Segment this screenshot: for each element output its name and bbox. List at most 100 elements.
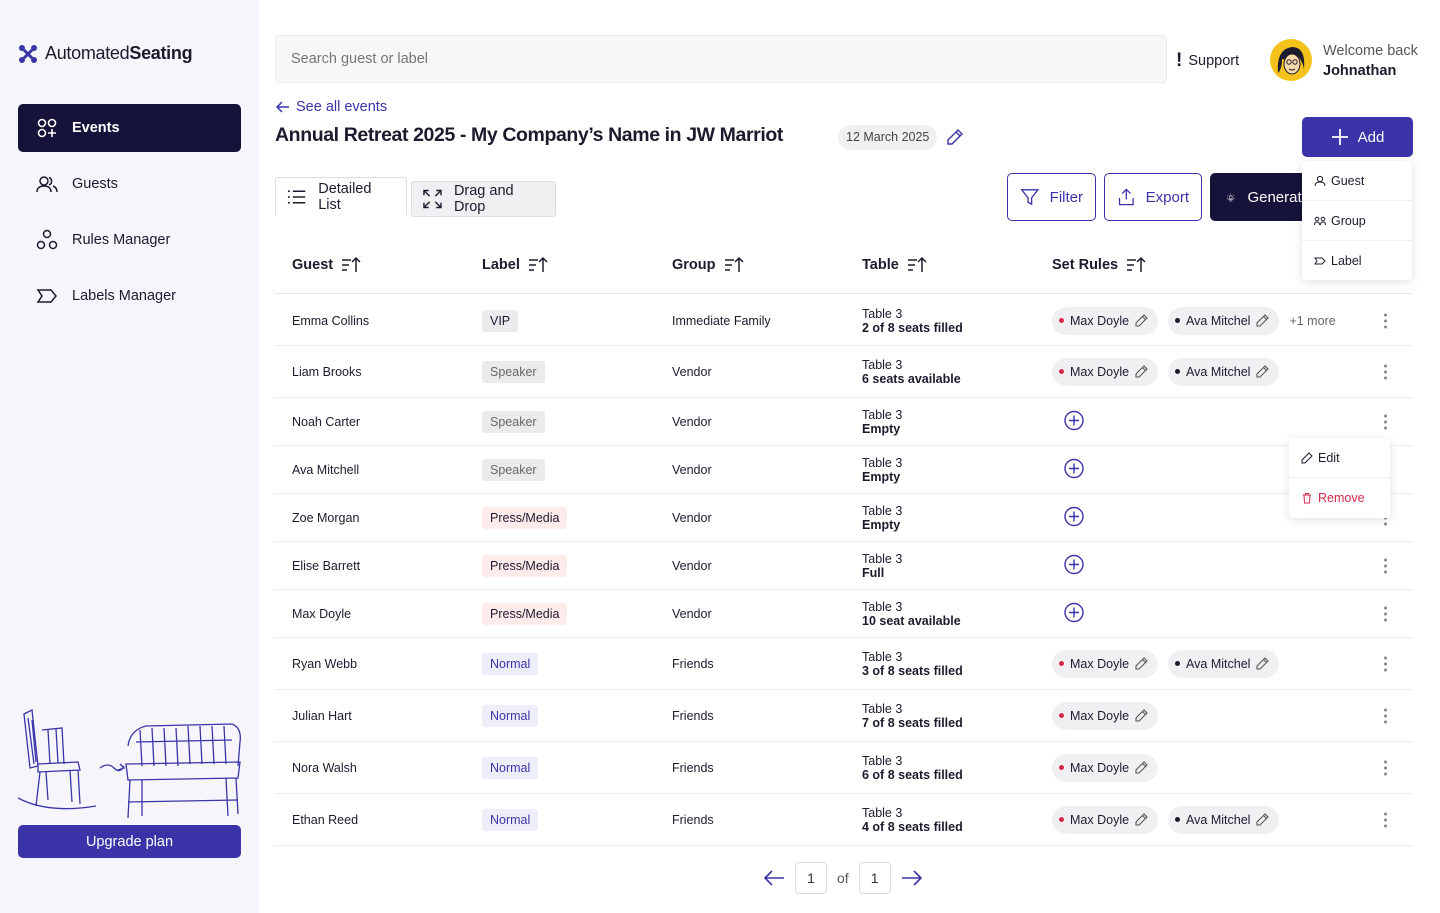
menu-item-remove[interactable]: Remove <box>1289 478 1390 518</box>
add-rule-icon[interactable] <box>1064 410 1084 430</box>
rule-chip[interactable]: Ava Mitchel <box>1168 306 1280 335</box>
tab-drag-and-drop[interactable]: Drag and Drop <box>411 181 556 217</box>
table-name: Table 3 <box>862 701 903 716</box>
add-rule-button[interactable] <box>1064 602 1084 625</box>
pencil-icon[interactable] <box>1135 709 1148 722</box>
avatar[interactable] <box>1270 39 1312 81</box>
sort-icon[interactable] <box>1126 256 1146 274</box>
rule-chip[interactable]: Ava Mitchel <box>1168 357 1280 386</box>
pencil-icon[interactable] <box>1135 314 1148 327</box>
pagination-of: of <box>837 870 849 886</box>
pencil-icon[interactable] <box>1256 657 1270 670</box>
rule-dot <box>1059 713 1064 718</box>
column-header-guest[interactable]: Guest <box>292 256 361 274</box>
add-rule-button[interactable] <box>1064 458 1084 481</box>
pencil-icon[interactable] <box>1135 761 1148 774</box>
set-rules-cell <box>1052 554 1084 577</box>
add-rule-icon[interactable] <box>1064 602 1084 622</box>
sidebar-item-events[interactable]: Events <box>18 104 241 152</box>
edit-title-icon[interactable] <box>946 128 964 146</box>
see-all-events-link[interactable]: See all events <box>276 99 387 115</box>
row-actions-icon[interactable] <box>1380 414 1390 429</box>
more-rules-link[interactable]: +1 more <box>1289 314 1335 328</box>
rule-chip[interactable]: Ava Mitchel <box>1168 805 1280 834</box>
column-header-set-rules[interactable]: Set Rules <box>1052 256 1146 274</box>
add-rule-icon[interactable] <box>1064 506 1084 526</box>
rule-chip-label: Ava Mitchel <box>1186 812 1251 827</box>
sidebar-item-guests[interactable]: Guests <box>18 160 241 208</box>
sidebar-item-labels-manager[interactable]: Labels Manager <box>18 272 241 320</box>
table-row[interactable]: Noah Carter Speaker Vendor Table 3 Empty <box>275 398 1412 446</box>
arrow-left-icon[interactable] <box>763 869 785 887</box>
group-name: Vendor <box>672 558 712 573</box>
add-rule-button[interactable] <box>1064 554 1084 577</box>
rule-chip[interactable]: Max Doyle <box>1052 649 1159 678</box>
rule-dot <box>1175 661 1181 666</box>
set-rules-cell <box>1052 506 1084 529</box>
add-rule-button[interactable] <box>1064 506 1084 529</box>
sort-icon[interactable] <box>341 256 361 274</box>
table-row[interactable]: Elise Barrett Press/Media Vendor Table 3… <box>275 542 1412 590</box>
row-actions-icon[interactable] <box>1380 606 1390 621</box>
row-actions-icon[interactable] <box>1380 708 1390 723</box>
table-row[interactable]: Emma Collins VIP Immediate Family Table … <box>275 296 1412 346</box>
support-link[interactable]: ! Support <box>1176 50 1239 72</box>
add-rule-icon[interactable] <box>1064 458 1084 478</box>
row-actions-icon[interactable] <box>1380 364 1390 379</box>
add-rule-button[interactable] <box>1064 410 1084 433</box>
arrow-right-icon[interactable] <box>901 869 923 887</box>
rule-chip[interactable]: Max Doyle <box>1052 357 1159 386</box>
user-name: Johnathan <box>1323 63 1397 79</box>
menu-item-group[interactable]: Group <box>1302 201 1412 241</box>
table-row[interactable]: Ryan Webb Normal Friends Table 3 3 of 8 … <box>275 638 1412 690</box>
pencil-icon[interactable] <box>1135 365 1148 378</box>
add-rule-icon[interactable] <box>1064 554 1084 574</box>
rule-chip[interactable]: Max Doyle <box>1052 306 1159 335</box>
row-actions-icon[interactable] <box>1380 656 1390 671</box>
table-row[interactable]: Nora Walsh Normal Friends Table 3 6 of 8… <box>275 742 1412 794</box>
menu-item-label[interactable]: Label <box>1302 241 1412 281</box>
table-row[interactable]: Julian Hart Normal Friends Table 3 7 of … <box>275 690 1412 742</box>
guest-name: Liam Brooks <box>292 364 362 379</box>
guest-name: Noah Carter <box>292 414 361 429</box>
column-header-label[interactable]: Label <box>482 256 548 274</box>
search-input[interactable] <box>275 35 1167 83</box>
sort-icon[interactable] <box>907 256 927 274</box>
tab-detailed-list[interactable]: Detailed List <box>275 177 407 217</box>
app-logo[interactable]: AutomatedSeating <box>18 43 193 64</box>
table-row[interactable]: Ava Mitchell Speaker Vendor Table 3 Empt… <box>275 446 1412 494</box>
row-actions-icon[interactable] <box>1380 760 1390 775</box>
rule-chip[interactable]: Max Doyle <box>1052 701 1159 730</box>
generate-label: Generate <box>1247 188 1310 206</box>
menu-item-label: Guest <box>1331 173 1365 188</box>
pencil-icon[interactable] <box>1256 314 1270 327</box>
row-actions-icon[interactable] <box>1380 313 1390 328</box>
filter-button[interactable]: Filter <box>1007 173 1096 221</box>
sidebar-item-rules-manager[interactable]: Rules Manager <box>18 216 241 264</box>
table-row[interactable]: Zoe Morgan Press/Media Vendor Table 3 Em… <box>275 494 1412 542</box>
rule-chip[interactable]: Max Doyle <box>1052 753 1159 782</box>
rule-chip[interactable]: Ava Mitchel <box>1168 649 1280 678</box>
column-header-group[interactable]: Group <box>672 256 744 274</box>
column-header-table[interactable]: Table <box>862 256 927 274</box>
pencil-icon[interactable] <box>1256 813 1270 826</box>
table-row[interactable]: Max Doyle Press/Media Vendor Table 3 10 … <box>275 590 1412 638</box>
menu-item-edit[interactable]: Edit <box>1289 438 1390 478</box>
export-button[interactable]: Export <box>1104 173 1202 221</box>
upgrade-plan-button[interactable]: Upgrade plan <box>18 825 241 858</box>
table-row[interactable]: Ethan Reed Normal Friends Table 3 4 of 8… <box>275 794 1412 846</box>
menu-item-guest[interactable]: Guest <box>1302 161 1412 201</box>
rule-chip[interactable]: Max Doyle <box>1052 805 1159 834</box>
row-context-menu: Edit Remove <box>1289 438 1390 518</box>
pencil-icon[interactable] <box>1135 813 1148 826</box>
current-page-input[interactable]: 1 <box>795 862 827 894</box>
row-actions-icon[interactable] <box>1380 812 1390 827</box>
table-row[interactable]: Liam Brooks Speaker Vendor Table 3 6 sea… <box>275 346 1412 398</box>
row-actions-icon[interactable] <box>1380 558 1390 573</box>
pencil-icon[interactable] <box>1256 365 1270 378</box>
add-button[interactable]: Add <box>1302 117 1413 157</box>
sort-icon[interactable] <box>724 256 744 274</box>
generate-button[interactable]: Generate <box>1210 173 1310 221</box>
pencil-icon[interactable] <box>1135 657 1148 670</box>
sort-icon[interactable] <box>528 256 548 274</box>
